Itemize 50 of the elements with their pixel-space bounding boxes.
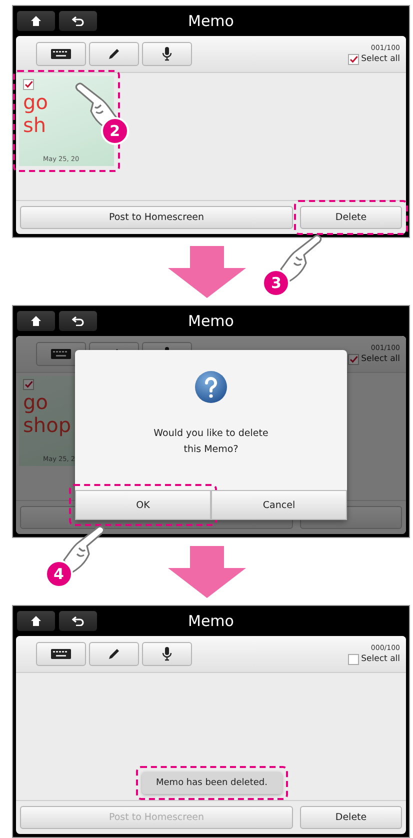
screen-title: Memo	[188, 312, 234, 330]
memo-text: shop	[23, 415, 72, 436]
toast-message: Memo has been deleted.	[142, 772, 282, 794]
home-button[interactable]	[17, 611, 55, 631]
select-all-label: Select all	[361, 54, 400, 64]
keyboard-icon	[51, 649, 71, 659]
keyboard-icon	[51, 49, 71, 59]
memo-text: go	[23, 392, 49, 413]
pencil-icon	[108, 648, 120, 660]
cancel-button[interactable]: Cancel	[211, 490, 347, 520]
pencil-button[interactable]	[89, 642, 139, 666]
screen-title: Memo	[188, 612, 234, 630]
post-to-homescreen-button[interactable]: Post to Homescreen	[20, 206, 293, 229]
home-button[interactable]	[17, 11, 55, 31]
pencil-icon	[108, 48, 120, 60]
delete-button[interactable]: Delete	[300, 806, 402, 829]
microphone-icon	[162, 47, 172, 61]
back-icon	[72, 16, 84, 26]
checkbox[interactable]	[23, 79, 34, 90]
delete-button[interactable]: Delete	[300, 206, 402, 229]
memo-text: sh	[23, 115, 46, 136]
checkbox[interactable]	[23, 379, 34, 390]
step-badge: 4	[44, 560, 73, 588]
select-all-label: Select all	[361, 354, 400, 364]
keyboard-button[interactable]	[36, 42, 86, 66]
checkbox[interactable]	[348, 54, 360, 64]
home-icon	[30, 615, 42, 627]
back-button[interactable]	[59, 611, 97, 631]
checkbox[interactable]	[348, 354, 360, 364]
select-all-label: Select all	[361, 654, 400, 664]
back-icon	[72, 616, 84, 626]
home-icon	[30, 315, 42, 327]
microphone-button[interactable]	[142, 642, 192, 666]
keyboard-button[interactable]	[36, 642, 86, 666]
home-icon	[30, 15, 42, 27]
screen-title: Memo	[188, 12, 234, 30]
back-button[interactable]	[59, 311, 97, 331]
dialog-message: Would you like to delete this Memo?	[152, 427, 270, 457]
pencil-button[interactable]	[89, 42, 139, 66]
back-icon	[72, 316, 84, 326]
step-badge: 3	[262, 269, 290, 297]
microphone-icon	[162, 647, 172, 661]
checkbox[interactable]	[348, 654, 360, 664]
back-button[interactable]	[59, 11, 97, 31]
ok-button[interactable]: OK	[75, 490, 211, 520]
question-icon	[194, 370, 228, 404]
home-button[interactable]	[17, 311, 55, 331]
memo-text: go	[23, 92, 49, 113]
keyboard-icon	[51, 349, 71, 359]
microphone-button[interactable]	[142, 42, 192, 66]
